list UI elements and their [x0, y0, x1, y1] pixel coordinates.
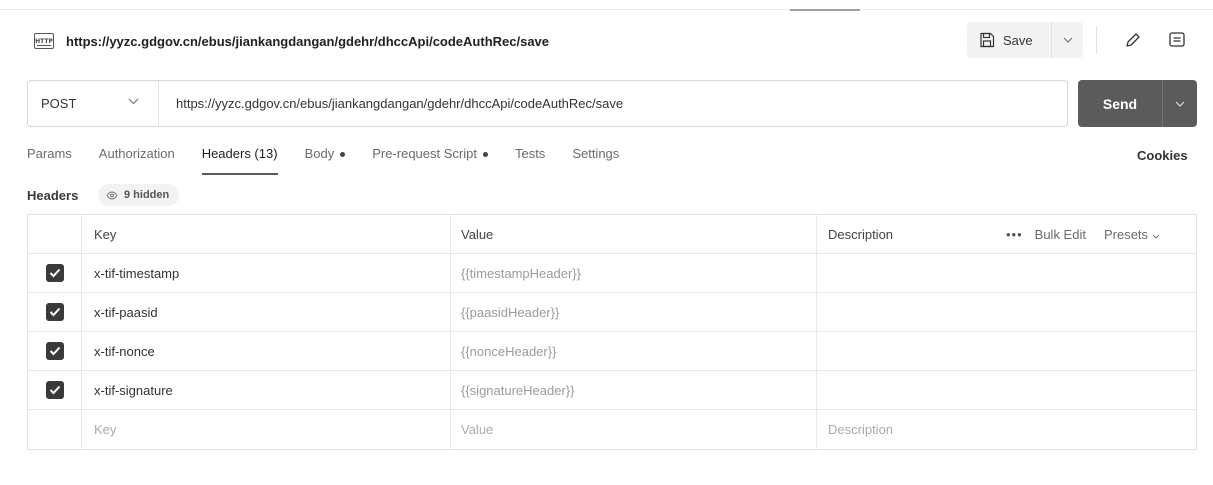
top-divider: [0, 0, 1213, 11]
method-value: POST: [41, 96, 77, 111]
tab-label: Params: [27, 146, 72, 161]
tab-pre-request-script[interactable]: Pre-request Script: [372, 146, 488, 174]
save-icon: [980, 32, 995, 48]
url-bar: POST https://yyzc.gdgov.cn/ebus/jiankang…: [27, 80, 1068, 127]
table-row: x-tif-timestamp {{timestampHeader}}: [28, 254, 1196, 293]
tab-label: Body: [304, 146, 335, 161]
tab-headers[interactable]: Headers (13): [201, 146, 278, 175]
header-description[interactable]: [817, 332, 1196, 370]
toolbar-divider: [1096, 26, 1097, 54]
comment-icon: [1169, 32, 1185, 47]
header-value[interactable]: {{paasidHeader}}: [451, 293, 817, 331]
new-value-input[interactable]: Value: [451, 410, 817, 449]
row-checkbox[interactable]: [45, 264, 64, 282]
new-key-input[interactable]: Key: [82, 410, 451, 449]
table-row: x-tif-signature {{signatureHeader}}: [28, 371, 1196, 410]
tab-label: Authorization: [98, 146, 175, 161]
tab-body[interactable]: Body: [305, 146, 346, 174]
tab-label: Tests: [514, 146, 546, 161]
send-button[interactable]: Send: [1078, 80, 1162, 127]
checkbox-cell: [28, 293, 82, 331]
chevron-down-icon: [128, 98, 139, 105]
tab-label: Pre-request Script: [372, 146, 477, 161]
key-column-header: Key: [82, 215, 451, 253]
hidden-count: 9 hidden: [124, 189, 170, 201]
header-key[interactable]: x-tif-nonce: [82, 332, 451, 370]
headers-section-label: Headers: [27, 188, 79, 203]
row-checkbox[interactable]: [45, 342, 64, 360]
send-group: Send: [1078, 80, 1197, 127]
checkmark-icon: [49, 385, 60, 395]
chevron-down-icon: [1175, 101, 1185, 107]
modified-dot-icon: [340, 152, 346, 158]
value-column-header: Value: [451, 215, 817, 253]
tab-authorization[interactable]: Authorization: [99, 146, 175, 174]
checkmark-icon: [49, 307, 60, 317]
hidden-headers-toggle[interactable]: 9 hidden: [98, 184, 180, 206]
url-input[interactable]: https://yyzc.gdgov.cn/ebus/jiankangdanga…: [176, 96, 623, 111]
row-checkbox[interactable]: [45, 303, 64, 321]
chevron-down-icon: [1152, 234, 1160, 239]
checkbox-cell: [28, 410, 82, 449]
method-select[interactable]: POST: [28, 81, 159, 126]
tab-label: Headers (13): [201, 146, 278, 161]
checkbox-cell: [28, 371, 82, 409]
tab-indicator: [790, 9, 860, 11]
table-row: x-tif-paasid {{paasidHeader}}: [28, 293, 1196, 332]
send-options-button[interactable]: [1162, 80, 1197, 127]
header-key[interactable]: x-tif-signature: [82, 371, 451, 409]
edit-button[interactable]: [1117, 24, 1149, 56]
table-actions: ••• Bulk Edit Presets: [1006, 215, 1160, 254]
header-description[interactable]: [817, 293, 1196, 331]
header-description[interactable]: [817, 371, 1196, 409]
checkmark-icon: [49, 268, 60, 278]
table-row: x-tif-nonce {{nonceHeader}}: [28, 332, 1196, 371]
cookies-link[interactable]: Cookies: [1137, 148, 1188, 163]
chevron-down-icon: [1063, 37, 1072, 43]
request-title[interactable]: https://yyzc.gdgov.cn/ebus/jiankangdanga…: [66, 34, 549, 49]
comments-button[interactable]: [1161, 24, 1193, 56]
header-value[interactable]: {{timestampHeader}}: [451, 254, 817, 292]
request-title-bar: HTTP https://yyzc.gdgov.cn/ebus/jiankang…: [34, 27, 549, 55]
headers-table: Key Value Description ••• Bulk Edit Pres…: [27, 214, 1197, 450]
presets-label: Presets: [1103, 227, 1149, 242]
tab-settings[interactable]: Settings: [572, 146, 619, 174]
tab-tests[interactable]: Tests: [515, 146, 545, 174]
table-header-row: Key Value Description ••• Bulk Edit Pres…: [28, 215, 1196, 254]
header-description[interactable]: [817, 254, 1196, 292]
header-key[interactable]: x-tif-paasid: [82, 293, 451, 331]
row-checkbox[interactable]: [45, 381, 64, 399]
header-key[interactable]: x-tif-timestamp: [82, 254, 451, 292]
checkbox-column-header: [28, 215, 82, 253]
save-button-label: Save: [1003, 32, 1033, 48]
header-value[interactable]: {{nonceHeader}}: [451, 332, 817, 370]
pencil-icon: [1126, 33, 1140, 47]
checkbox-cell: [28, 332, 82, 370]
more-options-button[interactable]: •••: [1006, 227, 1023, 242]
tab-label: Settings: [572, 146, 620, 161]
bulk-edit-button[interactable]: Bulk Edit: [1035, 227, 1086, 242]
save-options-button[interactable]: [1051, 22, 1083, 58]
new-description-input[interactable]: Description: [817, 410, 1196, 449]
empty-table-row: Key Value Description: [28, 410, 1196, 449]
header-value[interactable]: {{signatureHeader}}: [451, 371, 817, 409]
request-tabs: Params Authorization Headers (13) Body P…: [27, 146, 646, 175]
checkmark-icon: [49, 346, 60, 356]
tab-params[interactable]: Params: [27, 146, 72, 174]
save-button[interactable]: Save: [967, 22, 1051, 58]
eye-icon: [106, 190, 118, 200]
modified-dot-icon: [482, 152, 488, 158]
http-icon: HTTP: [34, 33, 54, 49]
checkbox-cell: [28, 254, 82, 292]
save-group: Save: [967, 22, 1083, 58]
presets-dropdown[interactable]: Presets: [1104, 227, 1160, 242]
